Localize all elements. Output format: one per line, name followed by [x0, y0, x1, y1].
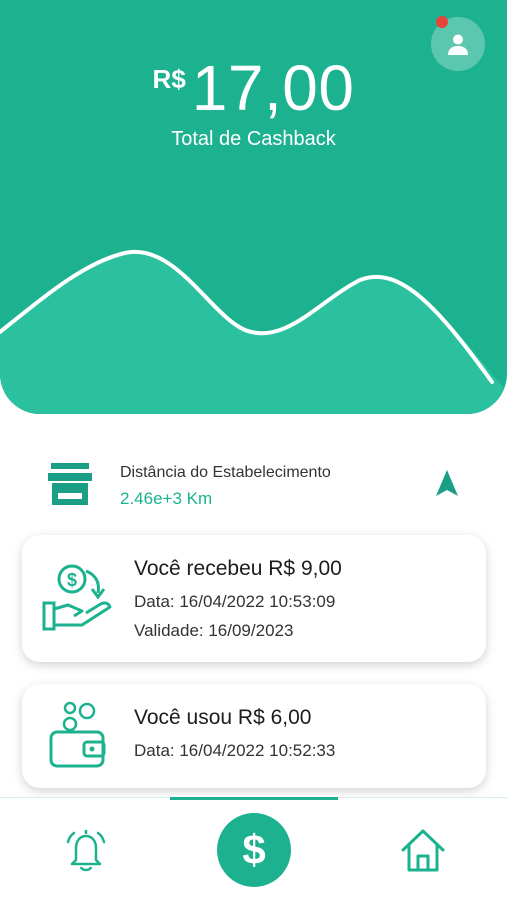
- transaction-title: Você recebeu R$ 9,00: [134, 557, 342, 580]
- active-tab-indicator: [170, 797, 338, 800]
- transaction-card-received[interactable]: $ Você recebeu R$ 9,00 Data: 16/04/2022 …: [22, 535, 486, 662]
- transaction-date: Data: 16/04/2022 10:52:33: [134, 741, 336, 760]
- currency-symbol: R$: [152, 64, 186, 94]
- transaction-title: Você usou R$ 6,00: [134, 706, 312, 729]
- navigation-arrow-icon[interactable]: [436, 470, 458, 496]
- transaction-card-used[interactable]: Você usou R$ 6,00 Data: 16/04/2022 10:52…: [22, 684, 486, 788]
- user-icon: [448, 34, 468, 55]
- distance-title: Distância do Estabelecimento: [120, 464, 331, 481]
- bell-icon[interactable]: [62, 826, 110, 874]
- cashback-balance: R$ 17,00: [0, 50, 507, 126]
- cashback-hand-icon: $: [42, 564, 112, 631]
- store-distance: Distância do Estabelecimento 2.46e+3 Km: [48, 458, 468, 518]
- home-icon[interactable]: [398, 826, 448, 874]
- dollar-icon: $: [242, 826, 266, 873]
- svg-text:$: $: [67, 570, 77, 590]
- notification-dot: [436, 16, 448, 28]
- cashback-tab-button[interactable]: $: [217, 813, 291, 887]
- wallet-coins-icon: [49, 701, 106, 768]
- distance-value: 2.46e+3 Km: [120, 489, 213, 508]
- cashback-amount: 17,00: [191, 52, 355, 124]
- store-icon: [48, 463, 92, 505]
- transaction-date: Data: 16/04/2022 10:53:09: [134, 592, 336, 611]
- transaction-validity: Validade: 16/09/2023: [134, 621, 294, 640]
- cashback-total-label: Total de Cashback: [171, 128, 336, 150]
